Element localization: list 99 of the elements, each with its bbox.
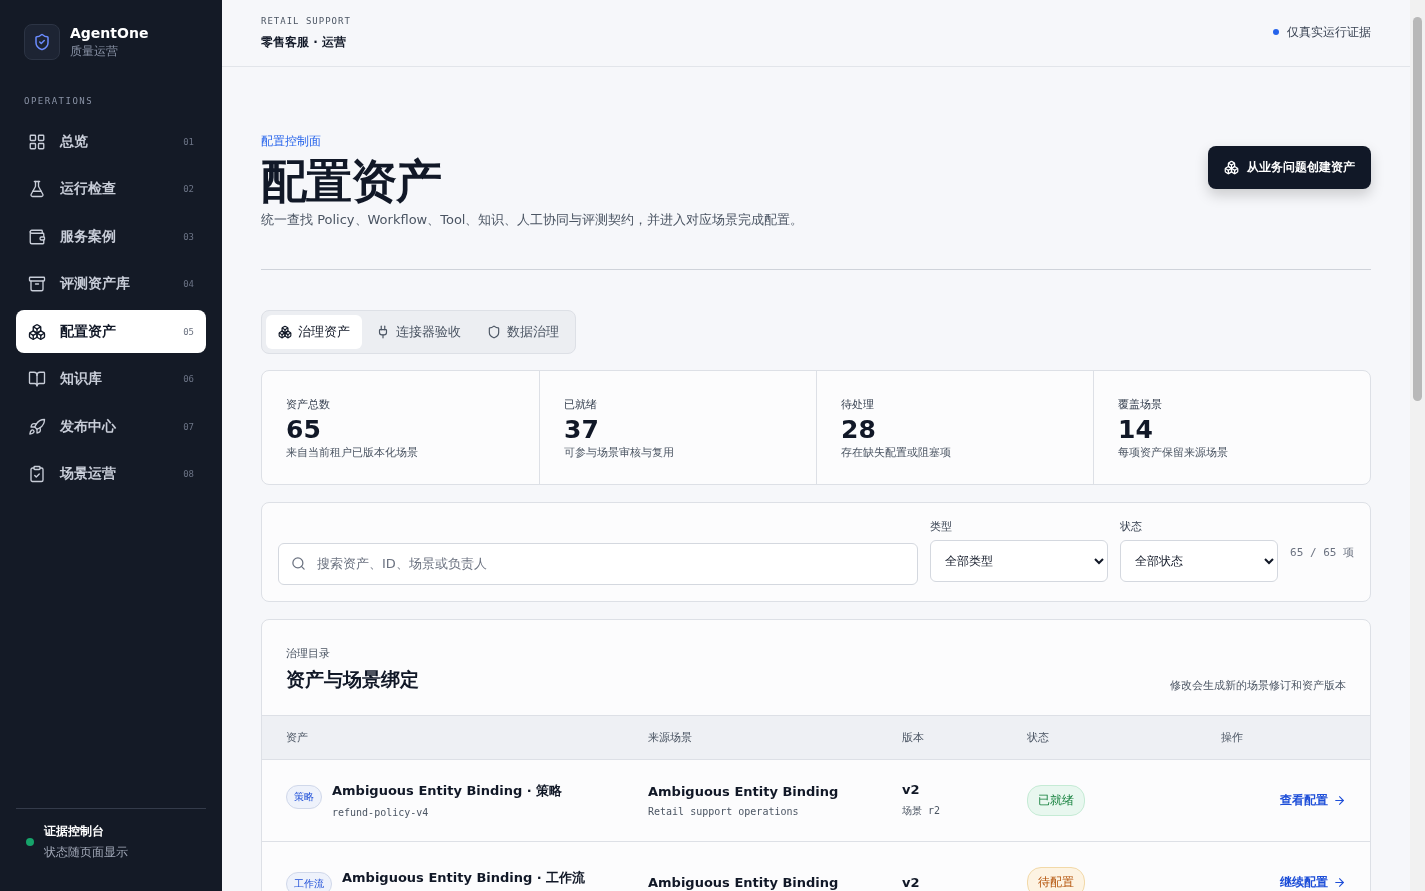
- plug-icon: [376, 324, 390, 339]
- nav-item[interactable]: 评测资产库 04: [16, 262, 206, 306]
- footer-title: 证据控制台: [44, 823, 105, 840]
- logo-icon: [24, 24, 60, 60]
- nav-item[interactable]: 配置资产 05: [16, 310, 206, 353]
- flask-icon: [28, 180, 46, 198]
- stat-label: 资产总数: [286, 396, 331, 412]
- nav-item[interactable]: 场景运营 08: [16, 452, 206, 496]
- page-title: 配置资产: [261, 156, 442, 207]
- nav-item[interactable]: 知识库 06: [16, 357, 206, 401]
- source-subtitle: Retail support operations: [648, 805, 800, 817]
- clipboard-check-icon: [28, 465, 46, 483]
- asset-name: Ambiguous Entity Binding · 策略: [332, 782, 563, 801]
- source-scenario: Ambiguous Entity Binding: [648, 874, 840, 890]
- create-asset-button[interactable]: 从业务问题创建资产: [1208, 145, 1371, 189]
- nav-label: 场景运营: [60, 465, 117, 483]
- page-description: 统一查找 Policy、Workflow、Tool、知识、人工协同与评测契约，并进入对应场景完成配置。: [261, 210, 804, 229]
- grid-icon: [28, 132, 46, 151]
- nav-number: 05: [183, 326, 194, 337]
- boxes-icon: [1224, 159, 1239, 175]
- status-dot: [1273, 29, 1279, 35]
- nav-label: 服务案例: [60, 227, 117, 246]
- type-select[interactable]: 全部类型: [930, 539, 1108, 582]
- nav-item[interactable]: 服务案例 03: [16, 215, 206, 258]
- nav-number: 04: [183, 279, 194, 289]
- boxes-icon: [278, 324, 292, 339]
- nav-label: 总览: [60, 132, 89, 151]
- nav-number: 01: [183, 136, 194, 147]
- catalog-eyebrow: 治理目录: [286, 645, 331, 661]
- filter-label: 类型: [930, 518, 953, 534]
- column-header: 状态: [1027, 729, 1050, 745]
- evidence-label: 仅真实运行证据: [1287, 23, 1371, 41]
- column-header: 操作: [1220, 729, 1244, 745]
- archive-icon: [28, 275, 46, 293]
- search-icon: [291, 555, 306, 571]
- nav-item[interactable]: 运行检查 02: [16, 167, 206, 211]
- shield-icon: [487, 324, 501, 339]
- version: v2: [902, 874, 921, 890]
- source-scenario: Ambiguous Entity Binding: [648, 783, 840, 799]
- asset-id: refund-policy-v4: [332, 807, 430, 819]
- stat-label: 覆盖场景: [1118, 396, 1163, 412]
- nav-label: 配置资产: [60, 322, 117, 341]
- catalog-title: 资产与场景绑定: [286, 666, 419, 692]
- nav-section-label: OPERATIONS: [24, 96, 95, 106]
- stat-label: 已就绪: [564, 396, 598, 412]
- arrow-right-icon: [1333, 793, 1346, 807]
- type-tag: 工作流: [286, 871, 332, 891]
- stat-note: 每项资产保留来源场景: [1118, 444, 1229, 460]
- nav-label: 知识库: [60, 370, 103, 388]
- book-icon: [28, 370, 46, 388]
- stat-value: 37: [564, 414, 600, 444]
- brand-subtitle: 质量运营: [70, 42, 119, 60]
- status-dot: [26, 838, 34, 846]
- column-header: 资产: [286, 729, 309, 745]
- scenario-revision: 场景 r2: [902, 804, 942, 819]
- stat-value: 14: [1118, 414, 1154, 444]
- header-eyebrow: RETAIL SUPPORT: [261, 15, 351, 26]
- nav-number: 08: [183, 469, 194, 479]
- type-tag: 策略: [286, 785, 322, 810]
- tab[interactable]: 连接器验收: [364, 314, 473, 349]
- scrollbar[interactable]: [1410, 0, 1425, 891]
- nav-label: 发布中心: [60, 417, 117, 436]
- nav-number: 06: [183, 374, 194, 384]
- filter-label: 状态: [1120, 518, 1143, 534]
- result-count: 65 / 65 项: [1290, 544, 1354, 560]
- brand-name: AgentOne: [70, 24, 149, 41]
- column-header: 版本: [902, 729, 925, 745]
- status-pill: 待配置: [1027, 866, 1085, 891]
- config-link[interactable]: 查看配置: [1280, 791, 1346, 809]
- nav-label: 运行检查: [60, 180, 117, 198]
- nav-item[interactable]: 发布中心 07: [16, 405, 206, 448]
- status-pill: 已就绪: [1027, 784, 1085, 816]
- nav-number: 02: [183, 184, 194, 194]
- catalog-note: 修改会生成新的场景修订和资产版本: [1170, 677, 1346, 693]
- footer-subtitle: 状态随页面显示: [44, 844, 128, 861]
- nav-number: 03: [183, 231, 194, 242]
- boxes-icon: [28, 322, 46, 341]
- stat-label: 待处理: [841, 396, 875, 412]
- stat-note: 可参与场景审核与复用: [564, 444, 675, 460]
- nav-number: 07: [183, 421, 194, 432]
- header-title: 零售客服 · 运营: [261, 33, 347, 51]
- arrow-right-icon: [1333, 875, 1346, 889]
- tab[interactable]: 数据治理: [475, 314, 571, 349]
- asset-name: Ambiguous Entity Binding · 工作流: [342, 868, 586, 887]
- stat-value: 65: [286, 414, 322, 444]
- nav-item[interactable]: 总览 01: [16, 120, 206, 163]
- version: v2: [902, 782, 921, 798]
- column-header: 来源场景: [648, 729, 693, 745]
- wallet-icon: [28, 227, 46, 246]
- config-link[interactable]: 继续配置: [1280, 873, 1346, 891]
- rocket-icon: [28, 417, 46, 436]
- page-eyebrow: 配置控制面: [261, 133, 322, 150]
- tab[interactable]: 治理资产: [266, 314, 362, 349]
- stat-note: 存在缺失配置或阻塞项: [841, 444, 952, 460]
- stat-value: 28: [841, 414, 877, 444]
- status-select[interactable]: 全部状态: [1120, 539, 1278, 582]
- stat-note: 来自当前租户已版本化场景: [286, 444, 419, 460]
- search-field[interactable]: 搜索资产、ID、场景或负责人: [278, 542, 918, 585]
- nav-label: 评测资产库: [60, 275, 131, 293]
